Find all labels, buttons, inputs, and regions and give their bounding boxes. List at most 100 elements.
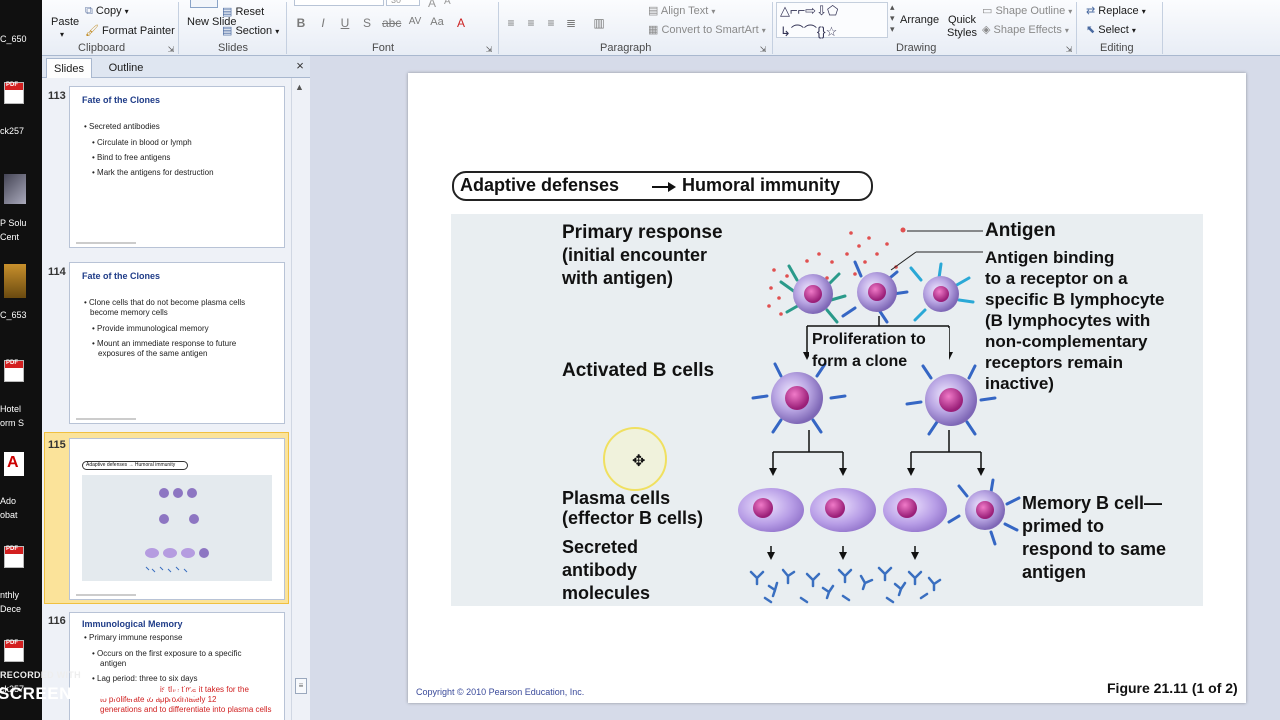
- pdf-file-icon[interactable]: PDF: [4, 640, 24, 662]
- shapes-gallery[interactable]: △⌐⌐⇨⇩⬠ ↳⌒⌒{}☆: [776, 2, 888, 39]
- slides-pane: Slides Outline × 113 Fate of the Clones …: [42, 56, 310, 720]
- shadow-icon[interactable]: S: [360, 16, 374, 30]
- thumbnail-canvas: Fate of the Clones • Clone cells that do…: [69, 262, 285, 424]
- italic-icon[interactable]: I: [316, 16, 330, 30]
- dialog-launcher-icon[interactable]: ⇲: [756, 43, 770, 57]
- pane-scrollbar[interactable]: ▲ ≡: [291, 78, 310, 720]
- desktop-label: obat: [0, 510, 18, 520]
- desktop-label: P Solu: [0, 218, 27, 228]
- dialog-launcher-icon[interactable]: ⇲: [1062, 43, 1076, 57]
- paste-button[interactable]: Paste: [51, 16, 79, 28]
- gallery-scroll-icon[interactable]: ▴ ▾ ▾: [890, 2, 895, 35]
- humoral-immunity-figure[interactable]: Primary response (initial encounter with…: [451, 214, 1203, 606]
- chevron-down-icon[interactable]: ▾: [60, 30, 64, 39]
- pdf-file-icon[interactable]: PDF: [4, 82, 24, 104]
- drawing-group-label: Drawing: [896, 42, 937, 54]
- binding-text: specific B lymphocyte: [985, 290, 1165, 309]
- quick-styles-button[interactable]: Quick Styles: [945, 14, 979, 40]
- move-cursor-icon: ✥: [632, 453, 646, 470]
- app-shortcut-icon[interactable]: [4, 174, 26, 204]
- primary-response-sub: (initial encounter: [562, 245, 708, 265]
- primary-response-sub: with antigen): [562, 268, 673, 288]
- grow-font-icon[interactable]: A: [428, 0, 436, 10]
- screen: C_650 PDF ck257 P Solu Cent C_653 PDF Ho…: [0, 0, 1280, 720]
- underline-icon[interactable]: U: [338, 16, 352, 30]
- tab-outline[interactable]: Outline: [98, 58, 154, 78]
- format-painter-button[interactable]: 🖌 Format Painter: [85, 24, 175, 37]
- align-left-icon[interactable]: ≡: [504, 16, 518, 30]
- plasma-cell: [810, 488, 876, 532]
- bold-icon[interactable]: B: [294, 16, 308, 30]
- figure-caption: Figure 21.11 (1 of 2): [1107, 680, 1238, 696]
- thumbnail-bullet: become memory cells: [90, 308, 168, 317]
- group-separator: [498, 2, 499, 54]
- thumbnail-canvas: Adaptive defenses → Humoral immunity: [69, 438, 285, 600]
- memory-b-cell-label: antigen: [1022, 562, 1087, 582]
- font-name-box[interactable]: [294, 0, 384, 6]
- memory-b-cell-label: respond to same: [1022, 539, 1167, 559]
- group-separator: [1162, 2, 1163, 54]
- convert-smartart-button[interactable]: ▦ Convert to SmartArt ▾: [648, 23, 766, 36]
- shape-effects-button[interactable]: ◈ Shape Effects ▾: [982, 23, 1069, 36]
- section-button[interactable]: ▤ Section ▾: [222, 24, 279, 37]
- character-spacing-icon[interactable]: AV: [408, 16, 422, 27]
- binding-text: (B lymphocytes with: [985, 311, 1151, 330]
- new-slide-icon[interactable]: [190, 0, 218, 8]
- section-label: Section: [235, 25, 273, 37]
- b-cell-lightblue: [909, 262, 975, 322]
- clipboard-group-label: Clipboard: [78, 42, 126, 54]
- desktop-label: orm S: [0, 418, 25, 428]
- slide-editor: Adaptive defenses Humoral immunity Prima…: [311, 56, 1280, 720]
- new-slide-button[interactable]: New Slide: [187, 16, 237, 28]
- thumbnail-bullet: • Circulate in blood or lymph: [92, 138, 192, 147]
- format-painter-label: Format Painter: [102, 25, 175, 37]
- acrobat-icon[interactable]: A: [4, 452, 24, 476]
- plasma-cells-label: Plasma cells: [562, 488, 671, 508]
- desktop-label: Hotel: [0, 404, 22, 414]
- slide-canvas[interactable]: Adaptive defenses Humoral immunity Prima…: [408, 73, 1246, 703]
- slide-title-right: Humoral immunity: [682, 175, 841, 195]
- scroll-up-icon[interactable]: ▲: [295, 82, 304, 92]
- columns-icon[interactable]: ▥: [592, 16, 606, 30]
- dialog-launcher-icon[interactable]: ⇲: [482, 43, 496, 57]
- shape-outline-icon: ▭: [982, 5, 993, 17]
- shape-outline-button[interactable]: ▭ Shape Outline ▾: [982, 4, 1072, 17]
- copyright-text: Copyright © 2010 Pearson Education, Inc.: [416, 687, 585, 697]
- tab-slides[interactable]: Slides: [46, 58, 92, 78]
- strikethrough-icon[interactable]: abc: [382, 16, 401, 30]
- memory-b-cell-label: primed to: [1022, 516, 1105, 536]
- binding-text: receptors remain: [985, 353, 1123, 372]
- group-separator: [772, 2, 773, 54]
- pdf-file-icon[interactable]: PDF: [4, 546, 24, 568]
- align-right-icon[interactable]: ≡: [544, 16, 558, 30]
- reset-button[interactable]: ▤ Reset: [222, 5, 264, 18]
- image-file-icon[interactable]: [4, 264, 26, 298]
- pdf-file-icon[interactable]: PDF: [4, 360, 24, 382]
- thumbnail-title: Fate of the Clones: [82, 271, 161, 281]
- close-icon[interactable]: ×: [292, 58, 308, 76]
- shrink-font-icon[interactable]: A: [444, 0, 451, 7]
- thumbnail-bullet: • Clone cells that do not become plasma …: [84, 298, 246, 307]
- chevron-down-icon: ▾: [275, 27, 280, 36]
- justify-icon[interactable]: ≣: [564, 16, 578, 30]
- scroll-thumb[interactable]: ≡: [295, 678, 307, 694]
- desktop-label: Cent: [0, 232, 20, 242]
- division-bracket: [772, 430, 982, 470]
- font-color-icon[interactable]: A: [454, 16, 468, 30]
- font-size-box[interactable]: 30: [386, 0, 420, 6]
- antigen-label: Antigen: [985, 220, 1056, 241]
- replace-label: Replace: [1098, 5, 1139, 17]
- replace-button[interactable]: ⇄ Replace ▾: [1086, 4, 1146, 17]
- desktop-label: ck257: [0, 126, 25, 136]
- slide-title-box[interactable]: Adaptive defenses Humoral immunity: [452, 171, 873, 201]
- align-center-icon[interactable]: ≡: [524, 16, 538, 30]
- change-case-icon[interactable]: Aa: [430, 16, 444, 28]
- align-text-button[interactable]: ▤ Align Text ▾: [648, 4, 715, 17]
- copy-button[interactable]: ⧉ Copy ▾: [85, 5, 129, 18]
- dialog-launcher-icon[interactable]: ⇲: [164, 43, 178, 57]
- select-button[interactable]: ⬉ Select ▾: [1086, 23, 1136, 36]
- arrange-button[interactable]: Arrange: [900, 14, 939, 26]
- reset-icon: ▤: [222, 6, 233, 18]
- proliferation-label: form a clone: [812, 353, 908, 370]
- thumbnail-bullet: • Bind to free antigens: [92, 153, 171, 162]
